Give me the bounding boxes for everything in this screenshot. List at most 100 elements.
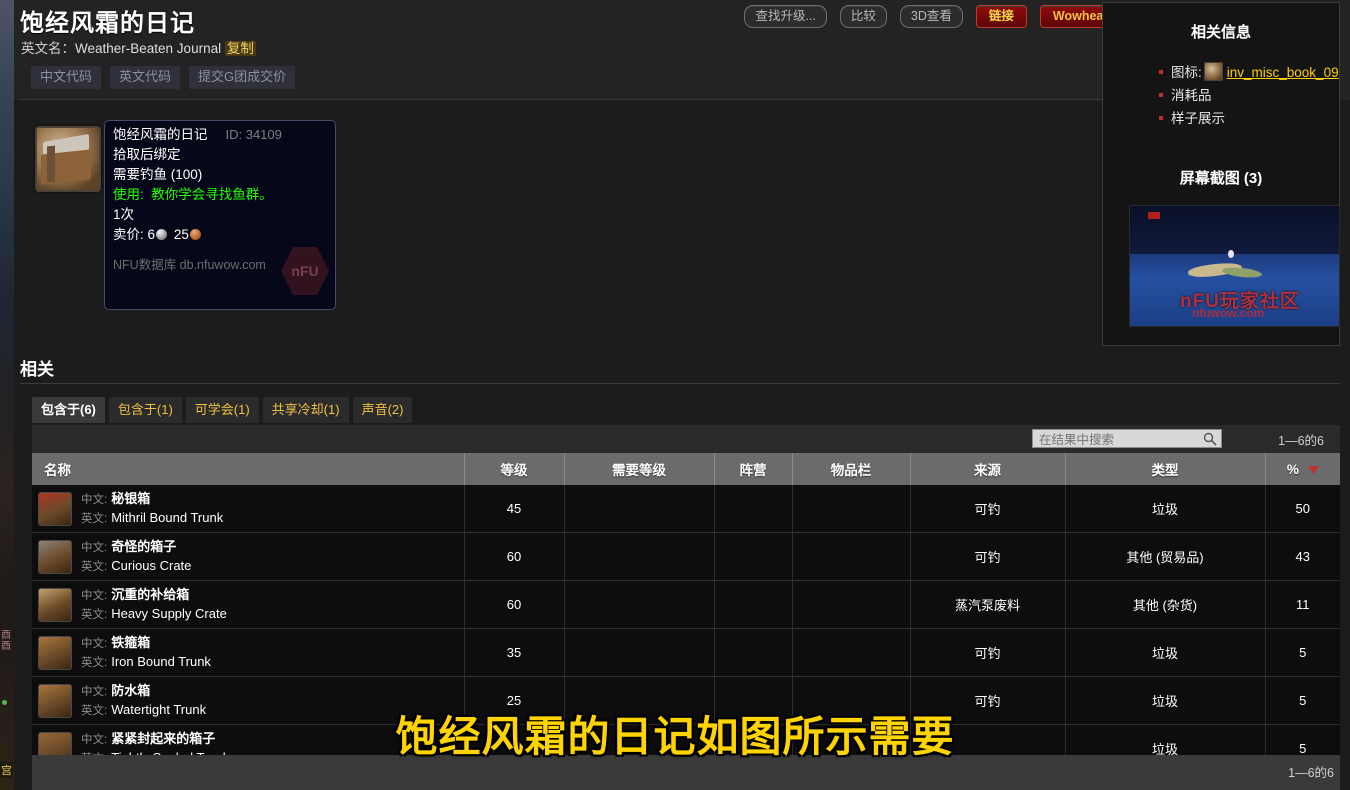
item-name-cn-row: 中文: 防水箱 [81,682,206,701]
cell-percent: 5 [1265,628,1340,677]
item-name-lines: 中文: 秘银箱 英文: Mithril Bound Trunk [81,490,223,528]
col-source[interactable]: 来源 [910,453,1066,485]
col-required-level[interactable]: 需要等级 [564,453,715,485]
search-box[interactable] [1032,429,1222,451]
appearance-label: 样子展示 [1171,111,1225,126]
cell-percent: 43 [1265,532,1340,581]
header-toolbar: 查找升级... 比较 3D查看 链接 Wowhead [744,5,1124,28]
icon-field-label: 图标: [1171,65,1202,80]
item-crate-icon[interactable] [38,635,72,670]
item-name-en: Iron Bound Trunk [111,653,211,669]
item-name-cn-row: 中文: 秘银箱 [81,490,223,509]
cell-name[interactable]: 中文: 沉重的补给箱 英文: Heavy Supply Crate [32,580,465,629]
table-search-row: 1—6的6 [32,425,1340,454]
thumb-raft-2 [1221,265,1263,280]
table-row[interactable]: 中文: 秘银箱 英文: Mithril Bound Trunk 45 可钓 垃圾 50 [32,485,1340,533]
view-3d-button[interactable]: 3D查看 [899,5,963,28]
tab-contained-in-6[interactable]: 包含于(6) [32,397,105,423]
cell-level: 35 [464,628,565,677]
chinese-code-button[interactable]: 中文代码 [31,66,102,89]
tab-teaches[interactable]: 可学会(1) [185,397,259,423]
search-input[interactable] [1037,430,1199,449]
tab-shared-cooldown[interactable]: 共享冷却(1) [262,397,349,423]
silver-coin-icon [156,229,168,240]
page-title: 饱经风霜的日记 [20,10,195,37]
cell-name[interactable]: 中文: 铁箍箱 英文: Iron Bound Trunk [32,628,465,677]
cell-percent: 50 [1265,485,1340,533]
compare-button[interactable]: 比较 [839,5,887,28]
copy-link[interactable]: 复制 [224,41,256,56]
cn-label: 中文: [81,637,108,650]
table-row[interactable]: 中文: 沉重的补给箱 英文: Heavy Supply Crate 60 蒸汽泵废料 其他 … [32,580,1340,629]
item-crate-icon[interactable] [38,539,72,574]
cn-label: 中文: [81,541,108,554]
cell-required-level [564,532,715,581]
cell-type: 其他 (杂货) [1065,580,1266,629]
related-heading: 相关 [20,360,54,379]
en-label: 英文: [81,512,108,525]
strip-text-artifact: 酉酉 [1,630,11,652]
cell-type: 其他 (贸易品) [1065,532,1266,581]
cell-name[interactable]: 中文: 秘银箱 英文: Mithril Bound Trunk [32,485,465,533]
item-name-en: Curious Crate [111,557,192,573]
link-button[interactable]: 链接 [975,5,1027,28]
tooltip-use-label: 使用: [113,187,144,202]
tooltip-sell-label: 卖价: [113,227,144,242]
cell-percent: 11 [1265,580,1340,629]
col-percent-label: % [1286,461,1299,477]
search-icon[interactable] [1203,432,1217,451]
cell-name[interactable]: 中文: 奇怪的箱子 英文: Curious Crate [32,532,465,581]
item-name-cn: 沉重的补给箱 [111,586,190,602]
submit-price-button[interactable]: 提交G团成交价 [189,66,296,89]
col-type[interactable]: 类型 [1065,453,1266,485]
item-crate-icon[interactable] [38,587,72,622]
inv-misc-book-icon[interactable] [35,126,101,192]
cell-slot [792,628,911,677]
en-label: 英文: [81,608,108,621]
cn-label: 中文: [81,589,108,602]
cell-faction [714,580,793,629]
find-upgrades-button[interactable]: 查找升级... [744,5,827,28]
item-crate-icon[interactable] [38,491,72,526]
book-spine-shape [47,145,55,183]
burned-in-caption: 饱经风霜的日记如图所示需要 [395,712,955,761]
cell-faction [714,485,793,533]
item-name-en-row: 英文: Heavy Supply Crate [81,605,227,624]
cell-level: 45 [464,485,565,533]
item-name-en: Heavy Supply Crate [111,605,227,621]
col-level[interactable]: 等级 [464,453,565,485]
tab-sounds[interactable]: 声音(2) [352,397,413,423]
table-row[interactable]: 中文: 铁箍箱 英文: Iron Bound Trunk 35 可钓 垃圾 5 [32,628,1340,677]
list-item-consumable[interactable]: 消耗品 [1159,84,1339,107]
tooltip-bind: 拾取后绑定 [113,147,181,162]
page-root: 饱经风霜的日记 英文名：Weather-Beaten Journal 复制 中文… [14,0,1350,790]
english-name-value: Weather-Beaten Journal [75,41,222,56]
tooltip-requirement: 需要钓鱼 (100) [113,167,203,182]
page-background-strip: 酉酉 宫 [0,0,14,790]
item-name-en-row: 英文: Mithril Bound Trunk [81,509,223,528]
col-percent[interactable]: % [1265,453,1340,485]
tooltip-sell-price: 卖价: 6 25 [113,225,329,245]
cell-source: 可钓 [910,628,1066,677]
col-name[interactable]: 名称 [32,453,465,485]
table-row[interactable]: 中文: 奇怪的箱子 英文: Curious Crate 60 可钓 其他 (贸易品) 43 [32,532,1340,581]
cell-slot [792,532,911,581]
screenshot-thumbnail[interactable]: nFU玩家社区 nfuwow.com [1129,205,1340,327]
nfu-watermark-icon: nFU [281,247,329,295]
item-name-cn-row: 中文: 奇怪的箱子 [81,538,191,557]
tooltip-use-text: 教你学会寻找鱼群。 [151,187,273,202]
col-faction[interactable]: 阵营 [714,453,793,485]
en-label: 英文: [81,656,108,669]
col-slot[interactable]: 物品栏 [792,453,911,485]
cell-required-level [564,580,715,629]
screenshots-title: 屏幕截图 (3) [1179,170,1263,187]
list-item-appearance[interactable]: 样子展示 [1159,107,1339,130]
cell-slot [792,580,911,629]
tooltip-sell-copper: 25 [173,227,189,242]
english-code-button[interactable]: 英文代码 [110,66,181,89]
cell-level: 60 [464,532,565,581]
tab-contained-in-1[interactable]: 包含于(1) [108,397,182,423]
icon-name-link[interactable]: inv_misc_book_09 [1227,65,1339,80]
related-info-panel: 相关信息 图标: inv_misc_book_09 消耗品 样子展示 屏幕截图 (… [1102,2,1340,346]
item-name-lines: 中文: 铁箍箱 英文: Iron Bound Trunk [81,634,211,672]
